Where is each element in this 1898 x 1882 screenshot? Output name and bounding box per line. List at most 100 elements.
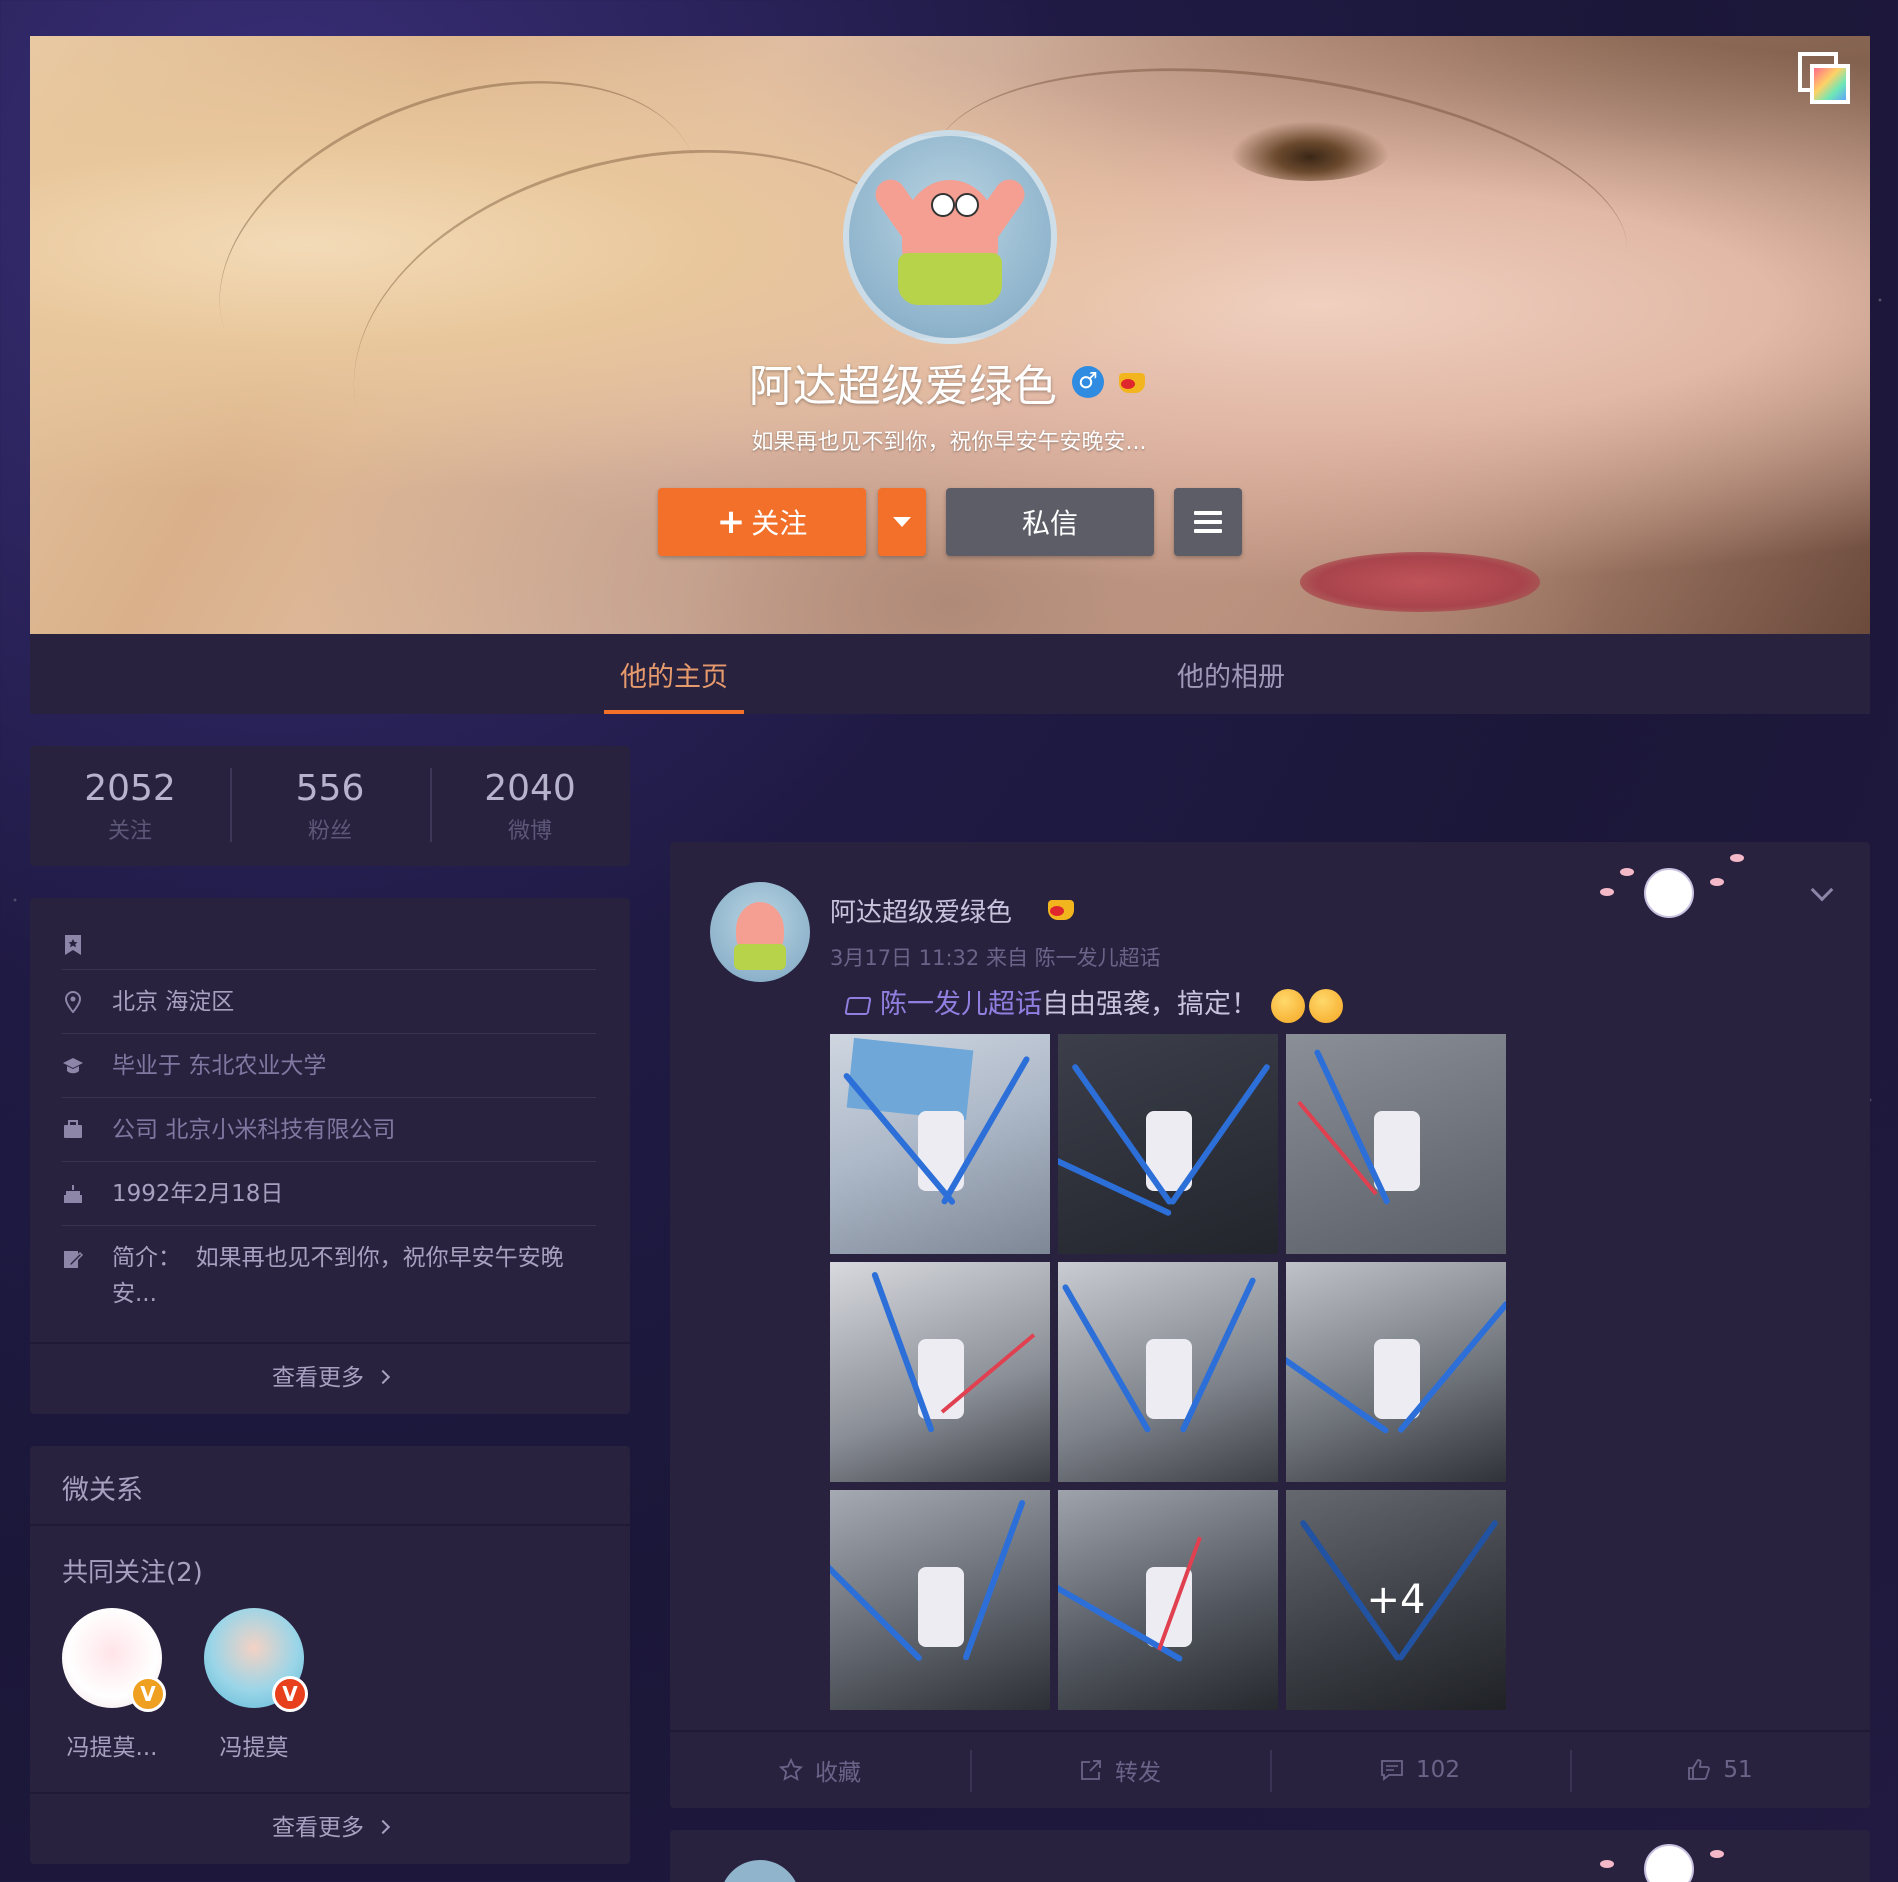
vip-crown-icon[interactable] [1046,894,1078,924]
info-row-bio: 简介： 如果再也见不到你，祝你早安午安晚安... [62,1226,596,1336]
friend-name: 冯提莫... [66,1735,158,1761]
profile-tabs: 他的主页 他的相册 [30,634,1870,714]
divider [30,1524,630,1526]
post-body: 自由强袭，搞定！ [1042,989,1258,1020]
stat-following[interactable]: 2052 关注 [30,746,230,866]
info-row-company: 公司 北京小米科技有限公司 [62,1098,596,1162]
relations-title: 微关系 [62,1475,143,1506]
education-prefix: 毕业于 [112,1052,181,1079]
info-more-label: 查看更多 [272,1365,364,1391]
post-author-name[interactable]: 阿达超级爱绿色 [830,892,1012,929]
stat-followers-label: 粉丝 [307,819,352,844]
repost-label: 转发 [1115,1760,1161,1786]
bio-prefix: 简介： [112,1245,181,1271]
follow-options-button[interactable] [878,488,926,556]
stat-following-label: 关注 [107,819,152,844]
friend-item[interactable]: V 冯提莫... [52,1608,172,1762]
caret-down-icon [893,517,911,527]
verified-v-icon: V [272,1676,308,1712]
avatar: V [204,1608,308,1712]
post-photo[interactable] [1058,1490,1278,1710]
info-row-badge [62,920,596,970]
info-card: 北京 海淀区 毕业于 东北农业大学 公司 北京小米科技有限公司 1992年2月1… [30,898,630,1414]
company-prefix: 公司 [112,1116,158,1143]
tab-album[interactable]: 他的相册 [1151,634,1311,714]
company-name[interactable]: 北京小米科技有限公司 [165,1117,395,1143]
emoji-icon [1308,988,1343,1023]
post-photo[interactable] [830,1490,1050,1710]
post-meta: 3月17日 11:32 来自 陈一发儿超话 [830,942,1161,972]
gender-male-icon: ♂ [1072,366,1104,398]
plus-icon: + [716,502,746,542]
card-decoration [1590,1830,1750,1882]
post-photo[interactable] [1058,1034,1278,1254]
post-photo[interactable] [830,1262,1050,1482]
relations-card: 微关系 共同关注(2) V 冯提莫... V 冯提莫 查看更多 [30,1446,630,1864]
education-school[interactable]: 东北农业大学 [188,1053,326,1079]
post-author-avatar[interactable] [720,1860,800,1882]
share-icon [1081,1760,1101,1780]
like-count: 51 [1723,1757,1753,1783]
vip-crown-icon[interactable] [1117,367,1149,397]
mutual-follow-title: 共同关注(2) [62,1558,203,1588]
thumbs-up-icon [1688,1759,1711,1780]
relations-more-link[interactable]: 查看更多 [30,1792,630,1862]
post-card-next [670,1830,1870,1882]
post-text: 陈一发儿超话自由强袭，搞定！ [844,982,1343,1023]
stat-followers[interactable]: 556 粉丝 [230,746,430,866]
post-photo-grid: +4 [830,1034,1510,1710]
relations-more-label: 查看更多 [272,1815,364,1841]
post-photo[interactable] [830,1034,1050,1254]
avatar: V [62,1608,166,1712]
info-row-birthday: 1992年2月18日 [62,1162,596,1226]
stat-posts-count: 2040 [484,768,576,809]
favorite-button[interactable]: 收藏 [670,1732,970,1808]
message-button[interactable]: 私信 [946,488,1154,556]
post-card: 阿达超级爱绿色 3月17日 11:32 来自 陈一发儿超话 陈一发儿超话自由强袭… [670,842,1870,1808]
profile-avatar[interactable] [843,130,1057,344]
post-photo[interactable] [1286,1262,1506,1482]
tab-home[interactable]: 他的主页 [604,634,744,714]
cover-decoration [1300,552,1540,612]
more-menu-button[interactable] [1174,488,1242,556]
post-photo[interactable] [1286,1034,1506,1254]
like-button[interactable]: 51 [1570,1732,1870,1808]
profile-description: 如果再也见不到你，祝你早安午安晚安... [751,430,1147,455]
stat-following-count: 2052 [84,768,176,809]
comment-icon [1381,1760,1403,1781]
info-more-link[interactable]: 查看更多 [30,1342,630,1412]
cover-decoration [1230,121,1390,181]
super-topic-icon [844,996,872,1015]
location-text: 北京 海淀区 [112,988,235,1015]
stat-posts-label: 微博 [507,819,552,844]
card-decoration [1590,848,1750,928]
cover-switch-icon[interactable] [1798,52,1850,104]
follow-button[interactable]: + 关注 [658,488,866,556]
favorite-label: 收藏 [815,1760,861,1786]
birthday-text: 1992年2月18日 [112,1180,284,1207]
stat-posts[interactable]: 2040 微博 [430,746,630,866]
menu-icon [1194,511,1222,515]
post-photo[interactable] [1058,1262,1278,1482]
post-time[interactable]: 3月17日 11:32 [830,946,979,970]
chevron-down-icon[interactable] [1810,1872,1834,1882]
stats-card: 2052 关注 556 粉丝 2040 微博 [30,746,630,866]
post-topic-link[interactable]: 陈一发儿超话 [880,989,1042,1020]
follow-label: 关注 [751,507,808,540]
briefcase-icon [64,1119,82,1138]
verified-v-icon: V [130,1676,166,1712]
location-icon [64,990,82,1013]
info-row-education: 毕业于 东北农业大学 [62,1034,596,1098]
profile-name: 阿达超级爱绿色 [748,361,1057,412]
comment-button[interactable]: 102 [1270,1732,1570,1808]
chevron-down-icon[interactable] [1810,878,1834,902]
emoji-icon [1270,988,1305,1023]
more-photos-count: +4 [1286,1490,1506,1710]
post-photo[interactable]: +4 [1286,1490,1506,1710]
friend-item[interactable]: V 冯提莫 [194,1608,314,1762]
post-author-avatar[interactable] [710,882,810,982]
chevron-right-icon [375,1819,391,1834]
stat-followers-count: 556 [295,768,365,809]
post-source[interactable]: 陈一发儿超话 [1035,946,1161,970]
repost-button[interactable]: 转发 [970,1732,1270,1808]
